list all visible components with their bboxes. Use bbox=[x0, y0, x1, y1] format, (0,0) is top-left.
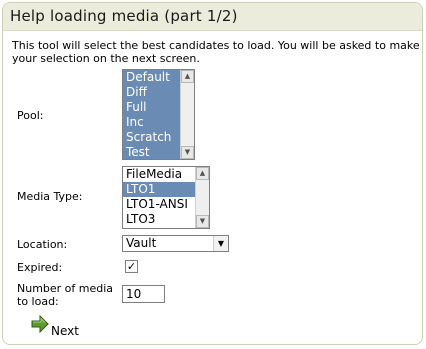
pool-scrollbar[interactable]: ▲ ▼ bbox=[180, 70, 194, 159]
intro-text: This tool will select the best candidate… bbox=[12, 39, 420, 65]
scroll-up-arrow-icon[interactable]: ▲ bbox=[181, 70, 194, 83]
panel-header: Help loading media (part 1/2) bbox=[3, 3, 422, 31]
pool-option-full[interactable]: Full bbox=[123, 100, 180, 115]
pool-option-default[interactable]: Default bbox=[123, 70, 180, 85]
green-right-arrow-icon bbox=[31, 315, 49, 333]
scroll-up-arrow-icon[interactable]: ▲ bbox=[196, 167, 209, 180]
next-label: Next bbox=[51, 324, 79, 338]
location-select[interactable]: Vault ▼ bbox=[122, 235, 229, 252]
number-of-media-input[interactable] bbox=[122, 285, 165, 303]
chevron-down-icon[interactable]: ▼ bbox=[213, 236, 228, 251]
number-of-media-label: Number of media to load: bbox=[17, 282, 113, 308]
help-loading-media-panel: Help loading media (part 1/2) This tool … bbox=[2, 2, 423, 345]
expired-checkbox[interactable]: ✓ bbox=[125, 260, 138, 273]
media-type-label: Media Type: bbox=[17, 190, 83, 203]
media-type-option-filemedia[interactable]: FileMedia bbox=[123, 167, 195, 182]
media-type-listbox[interactable]: FileMedia LTO1 LTO1-ANSI LTO3 ▲ ▼ bbox=[122, 166, 210, 229]
pool-option-scratch[interactable]: Scratch bbox=[123, 130, 180, 145]
page-title: Help loading media (part 1/2) bbox=[10, 7, 238, 25]
scroll-down-arrow-icon[interactable]: ▼ bbox=[181, 146, 194, 159]
pool-option-inc[interactable]: Inc bbox=[123, 115, 180, 130]
next-button[interactable]: Next bbox=[31, 315, 91, 339]
media-type-option-lto1-ansi[interactable]: LTO1-ANSI bbox=[123, 197, 195, 212]
expired-label: Expired: bbox=[17, 261, 63, 274]
number-of-media-label-line2: to load: bbox=[17, 295, 59, 308]
scroll-down-arrow-icon[interactable]: ▼ bbox=[196, 215, 209, 228]
pool-option-diff[interactable]: Diff bbox=[123, 85, 180, 100]
pool-listbox[interactable]: Default Diff Full Inc Scratch Test ▲ ▼ bbox=[122, 69, 195, 160]
media-type-option-lto3[interactable]: LTO3 bbox=[123, 212, 195, 227]
location-label: Location: bbox=[17, 238, 68, 251]
number-of-media-label-line1: Number of media bbox=[17, 282, 114, 295]
pool-label: Pool: bbox=[17, 109, 44, 122]
media-type-scrollbar[interactable]: ▲ ▼ bbox=[195, 167, 209, 228]
media-type-option-lto1[interactable]: LTO1 bbox=[123, 182, 195, 197]
pool-option-test[interactable]: Test bbox=[123, 145, 180, 159]
